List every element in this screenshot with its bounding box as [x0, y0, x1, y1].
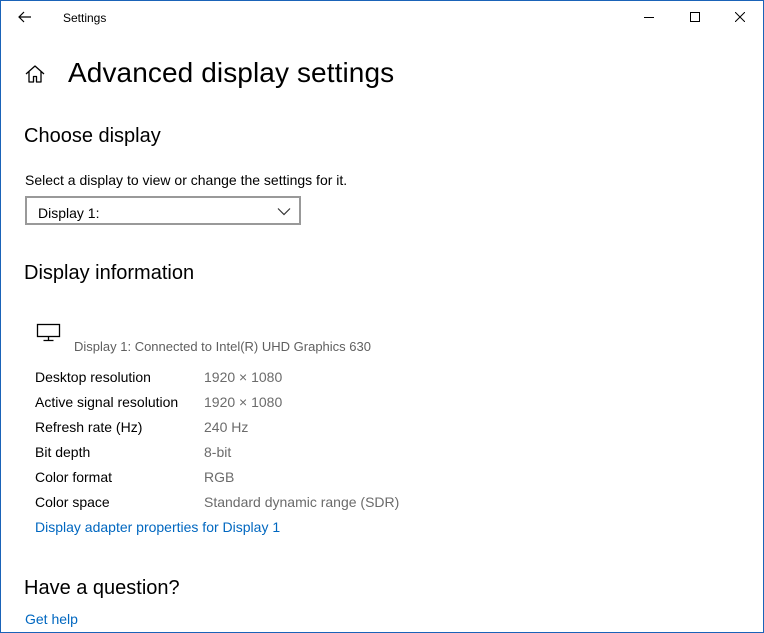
minimize-icon — [644, 17, 654, 18]
info-label: Refresh rate (Hz) — [35, 419, 143, 435]
get-help-link[interactable]: Get help — [25, 611, 78, 627]
info-value: 240 Hz — [204, 419, 249, 435]
info-label: Bit depth — [35, 444, 91, 460]
info-row-color-format: Color format RGB — [35, 469, 515, 489]
choose-display-description: Select a display to view or change the s… — [25, 172, 348, 188]
info-label: Color format — [35, 469, 113, 485]
info-label: Color space — [35, 494, 110, 510]
display-select[interactable]: Display 1: — [25, 196, 301, 225]
info-label: Desktop resolution — [35, 369, 151, 385]
display-adapter-properties-link[interactable]: Display adapter properties for Display 1 — [35, 519, 280, 535]
home-icon — [25, 65, 45, 83]
info-row-color-space: Color space Standard dynamic range (SDR) — [35, 494, 515, 514]
display-select-value: Display 1: — [38, 205, 100, 221]
info-value: 8-bit — [204, 444, 232, 460]
info-value: RGB — [204, 469, 235, 485]
chevron-down-icon — [277, 208, 291, 216]
info-row-desktop-resolution: Desktop resolution 1920 × 1080 — [35, 369, 515, 389]
title-bar: Settings — [1, 1, 763, 33]
info-row-active-signal-resolution: Active signal resolution 1920 × 1080 — [35, 394, 515, 414]
maximize-icon — [690, 12, 700, 22]
back-button[interactable] — [9, 5, 41, 29]
info-label: Active signal resolution — [35, 394, 179, 410]
info-value: 1920 × 1080 — [204, 369, 283, 385]
have-a-question-heading: Have a question? — [24, 577, 180, 599]
maximize-button[interactable] — [672, 1, 718, 33]
close-icon — [735, 12, 745, 22]
home-button[interactable] — [24, 63, 48, 87]
display-information-heading: Display information — [24, 262, 195, 284]
info-value: Standard dynamic range (SDR) — [204, 494, 400, 510]
minimize-button[interactable] — [626, 1, 672, 33]
monitor-icon — [36, 323, 61, 342]
page-title: Advanced display settings — [68, 57, 395, 88]
info-row-bit-depth: Bit depth 8-bit — [35, 444, 515, 464]
close-button[interactable] — [717, 1, 763, 33]
display-name: Display 1: Connected to Intel(R) UHD Gra… — [74, 339, 371, 354]
info-row-refresh-rate: Refresh rate (Hz) 240 Hz — [35, 419, 515, 439]
info-value: 1920 × 1080 — [204, 394, 283, 410]
choose-display-heading: Choose display — [24, 125, 161, 147]
window-title: Settings — [63, 11, 107, 25]
settings-window: Settings Advanced display settings Choos… — [0, 0, 764, 633]
back-arrow-icon — [18, 11, 31, 23]
